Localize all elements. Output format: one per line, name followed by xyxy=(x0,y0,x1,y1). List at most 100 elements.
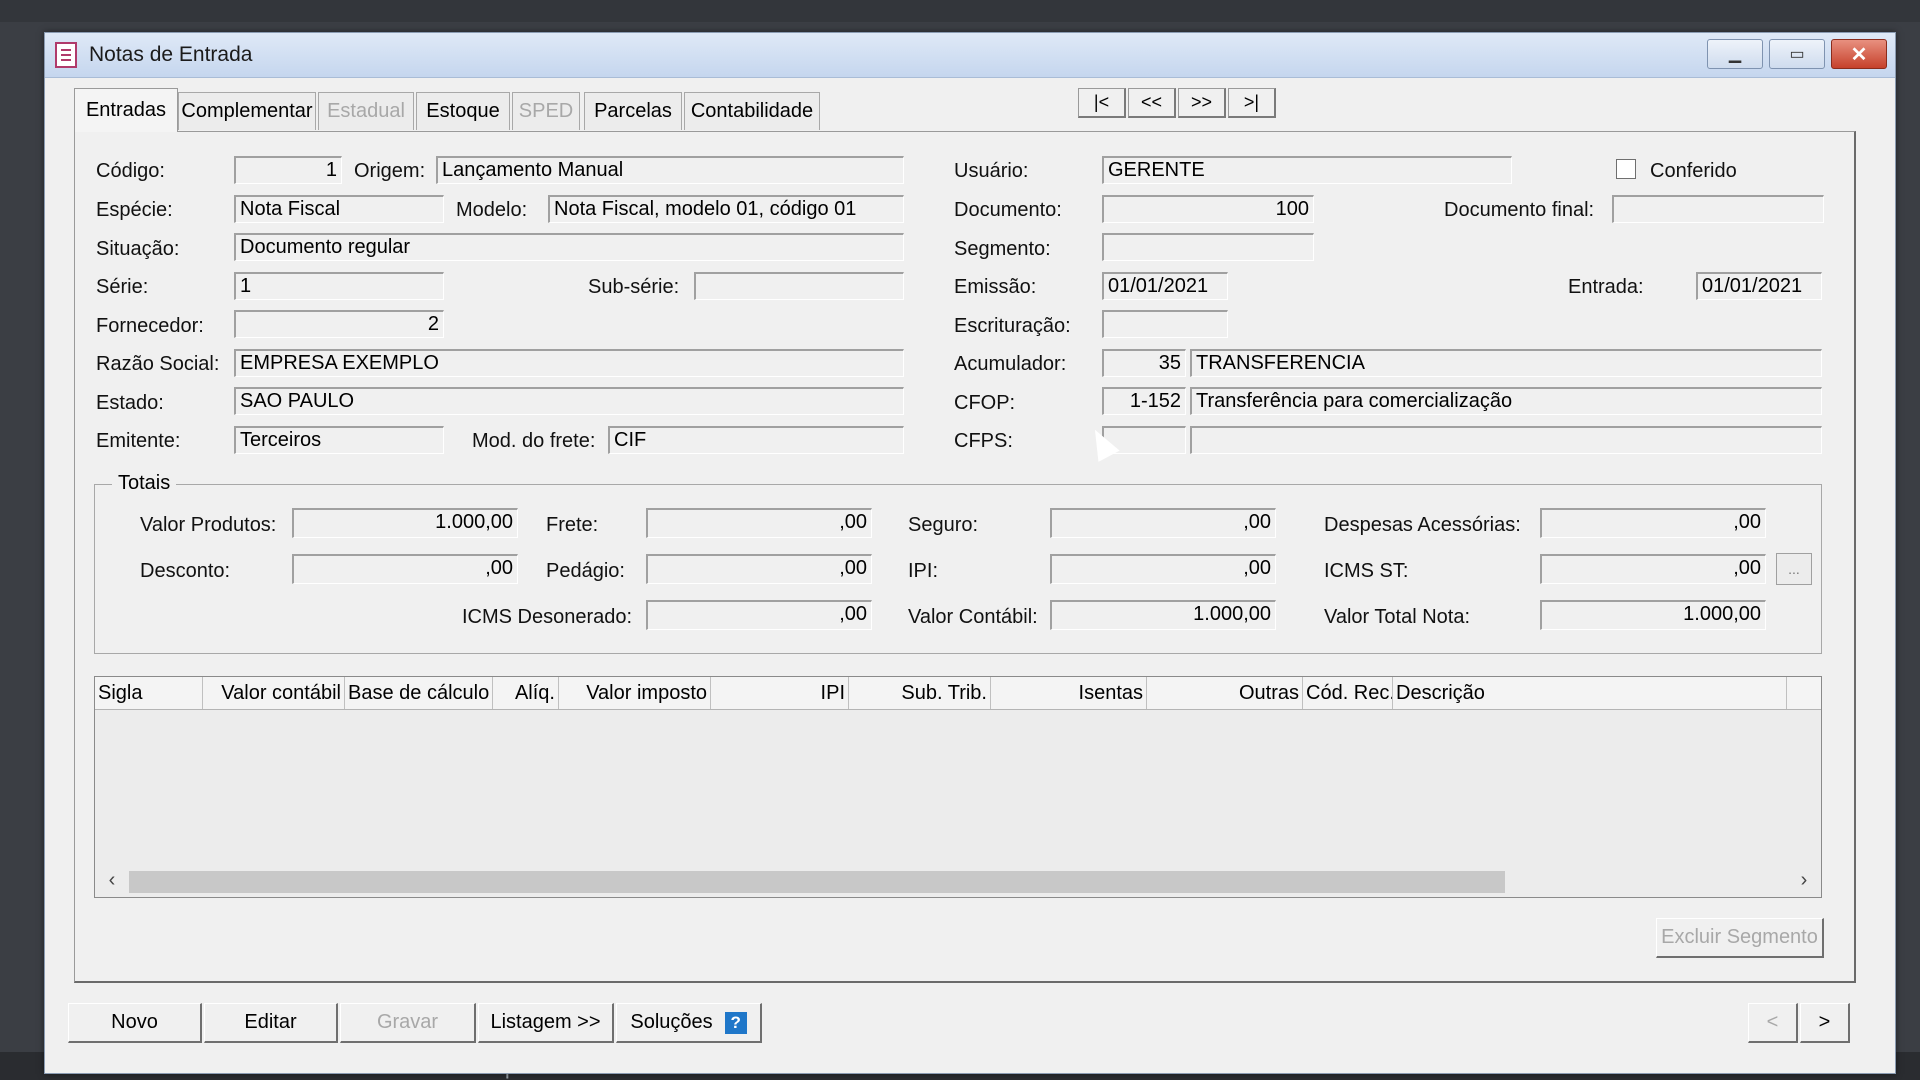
cfps-label: CFPS: xyxy=(954,430,1013,452)
segmento-field[interactable] xyxy=(1102,233,1314,261)
background-top-bar xyxy=(0,0,1920,22)
listagem-button[interactable]: Listagem >> xyxy=(478,1003,614,1043)
excluir-segmento-button[interactable]: Excluir Segmento xyxy=(1656,918,1824,958)
escrituracao-field[interactable] xyxy=(1102,310,1228,338)
cfop-code-field[interactable]: 1-152 xyxy=(1102,387,1186,415)
subserie-field[interactable] xyxy=(694,272,904,300)
title-bar[interactable]: Notas de Entrada ▁ ▭ ✕ xyxy=(45,33,1895,78)
situacao-field[interactable]: Documento regular xyxy=(234,233,904,261)
razao-social-label: Razão Social: xyxy=(96,353,220,375)
editar-button[interactable]: Editar xyxy=(204,1003,338,1043)
column-header[interactable]: Alíq. xyxy=(493,677,559,709)
serie-label: Série: xyxy=(96,276,149,298)
situacao-label: Situação: xyxy=(96,238,180,260)
tab-contabilidade[interactable]: Contabilidade xyxy=(684,92,820,130)
next-button[interactable]: > xyxy=(1800,1003,1850,1043)
conferido-label: Conferido xyxy=(1650,160,1737,182)
valor-contabil-field[interactable]: 1.000,00 xyxy=(1050,600,1276,630)
razao-social-field[interactable]: EMPRESA EXEMPLO xyxy=(234,349,904,377)
maximize-button[interactable]: ▭ xyxy=(1769,39,1825,69)
scrollbar-thumb[interactable] xyxy=(129,871,1505,893)
segmento-label: Segmento: xyxy=(954,238,1051,260)
emissao-field[interactable]: 01/01/2021 xyxy=(1102,272,1228,300)
usuario-label: Usuário: xyxy=(954,160,1029,182)
help-icon: ? xyxy=(724,1011,747,1034)
tab-complementar[interactable]: Complementar xyxy=(178,92,316,130)
mod-frete-field[interactable]: CIF xyxy=(608,426,904,454)
scroll-right-icon[interactable]: › xyxy=(1789,865,1819,895)
column-header[interactable]: Isentas xyxy=(991,677,1147,709)
horizontal-scrollbar[interactable]: ‹ › xyxy=(95,863,1821,897)
documento-field[interactable]: 100 xyxy=(1102,195,1314,223)
icms-st-field[interactable]: ,00 xyxy=(1540,554,1766,584)
codigo-label: Código: xyxy=(96,160,165,182)
previous-page-button[interactable]: << xyxy=(1128,88,1176,118)
emitente-field[interactable]: Terceiros xyxy=(234,426,444,454)
pedagio-field[interactable]: ,00 xyxy=(646,554,872,584)
desconto-label: Desconto: xyxy=(140,560,231,582)
documento-final-label: Documento final: xyxy=(1444,199,1595,221)
fornecedor-label: Fornecedor: xyxy=(96,315,204,337)
estado-label: Estado: xyxy=(96,392,164,414)
codigo-field[interactable]: 1 xyxy=(234,156,342,184)
column-header[interactable]: Valor contábil xyxy=(203,677,345,709)
tab-sped[interactable]: SPED xyxy=(512,92,580,130)
impostos-grid[interactable]: Sigla Valor contábil Base de cálculo Alí… xyxy=(94,676,1822,898)
escrituracao-label: Escrituração: xyxy=(954,315,1071,337)
origem-field[interactable]: Lançamento Manual xyxy=(436,156,904,184)
modelo-label: Modelo: xyxy=(456,199,528,221)
valor-total-nota-field[interactable]: 1.000,00 xyxy=(1540,600,1766,630)
icms-st-lookup-button[interactable]: ... xyxy=(1776,553,1812,585)
last-record-button[interactable]: >| xyxy=(1228,88,1276,118)
estado-field[interactable]: SAO PAULO xyxy=(234,387,904,415)
novo-button[interactable]: Novo xyxy=(68,1003,202,1043)
fornecedor-field[interactable]: 2 xyxy=(234,310,444,338)
valor-produtos-field[interactable]: 1.000,00 xyxy=(292,508,518,538)
modelo-field[interactable]: Nota Fiscal, modelo 01, código 01 xyxy=(548,195,904,223)
documento-final-field[interactable] xyxy=(1612,195,1824,223)
tab-parcelas[interactable]: Parcelas xyxy=(584,92,682,130)
ipi-field[interactable]: ,00 xyxy=(1050,554,1276,584)
column-header[interactable]: Descrição xyxy=(1393,677,1787,709)
seguro-field[interactable]: ,00 xyxy=(1050,508,1276,538)
seguro-label: Seguro: xyxy=(908,514,979,536)
acumulador-code-field[interactable]: 35 xyxy=(1102,349,1186,377)
column-header[interactable]: IPI xyxy=(711,677,849,709)
tab-entradas[interactable]: Entradas xyxy=(74,88,178,132)
emissao-label: Emissão: xyxy=(954,276,1037,298)
column-header[interactable]: Sigla xyxy=(95,677,203,709)
first-record-button[interactable]: |< xyxy=(1078,88,1126,118)
valor-produtos-label: Valor Produtos: xyxy=(140,514,277,536)
especie-field[interactable]: Nota Fiscal xyxy=(234,195,444,223)
especie-label: Espécie: xyxy=(96,199,173,221)
gravar-button[interactable]: Gravar xyxy=(340,1003,476,1043)
entrada-field[interactable]: 01/01/2021 xyxy=(1696,272,1822,300)
column-header[interactable]: Base de cálculo xyxy=(345,677,493,709)
despesas-field[interactable]: ,00 xyxy=(1540,508,1766,538)
acumulador-desc-field[interactable]: TRANSFERENCIA xyxy=(1190,349,1822,377)
minimize-button[interactable]: ▁ xyxy=(1707,39,1763,69)
column-header[interactable]: Outras xyxy=(1147,677,1303,709)
conferido-checkbox[interactable] xyxy=(1616,159,1636,179)
entrada-label: Entrada: xyxy=(1568,276,1644,298)
column-header[interactable]: Sub. Trib. xyxy=(849,677,991,709)
previous-button[interactable]: < xyxy=(1748,1003,1798,1043)
column-header[interactable]: Valor imposto xyxy=(559,677,711,709)
tab-estoque[interactable]: Estoque xyxy=(416,92,510,130)
serie-field[interactable]: 1 xyxy=(234,272,444,300)
icms-desonerado-field[interactable]: ,00 xyxy=(646,600,872,630)
tab-estadual[interactable]: Estadual xyxy=(318,92,414,130)
window-title: Notas de Entrada xyxy=(89,43,253,66)
solucoes-button[interactable]: Soluções ? xyxy=(616,1003,762,1043)
frete-field[interactable]: ,00 xyxy=(646,508,872,538)
close-button[interactable]: ✕ xyxy=(1831,39,1887,69)
scroll-left-icon[interactable]: ‹ xyxy=(97,865,127,895)
column-header[interactable]: Cód. Rec. xyxy=(1303,677,1393,709)
cfop-desc-field[interactable]: Transferência para comercialização xyxy=(1190,387,1822,415)
cfps-desc-field[interactable] xyxy=(1190,426,1822,454)
cfop-label: CFOP: xyxy=(954,392,1016,414)
desconto-field[interactable]: ,00 xyxy=(292,554,518,584)
usuario-field[interactable]: GERENTE xyxy=(1102,156,1512,184)
next-page-button[interactable]: >> xyxy=(1178,88,1226,118)
solucoes-label: Soluções xyxy=(630,1011,713,1033)
